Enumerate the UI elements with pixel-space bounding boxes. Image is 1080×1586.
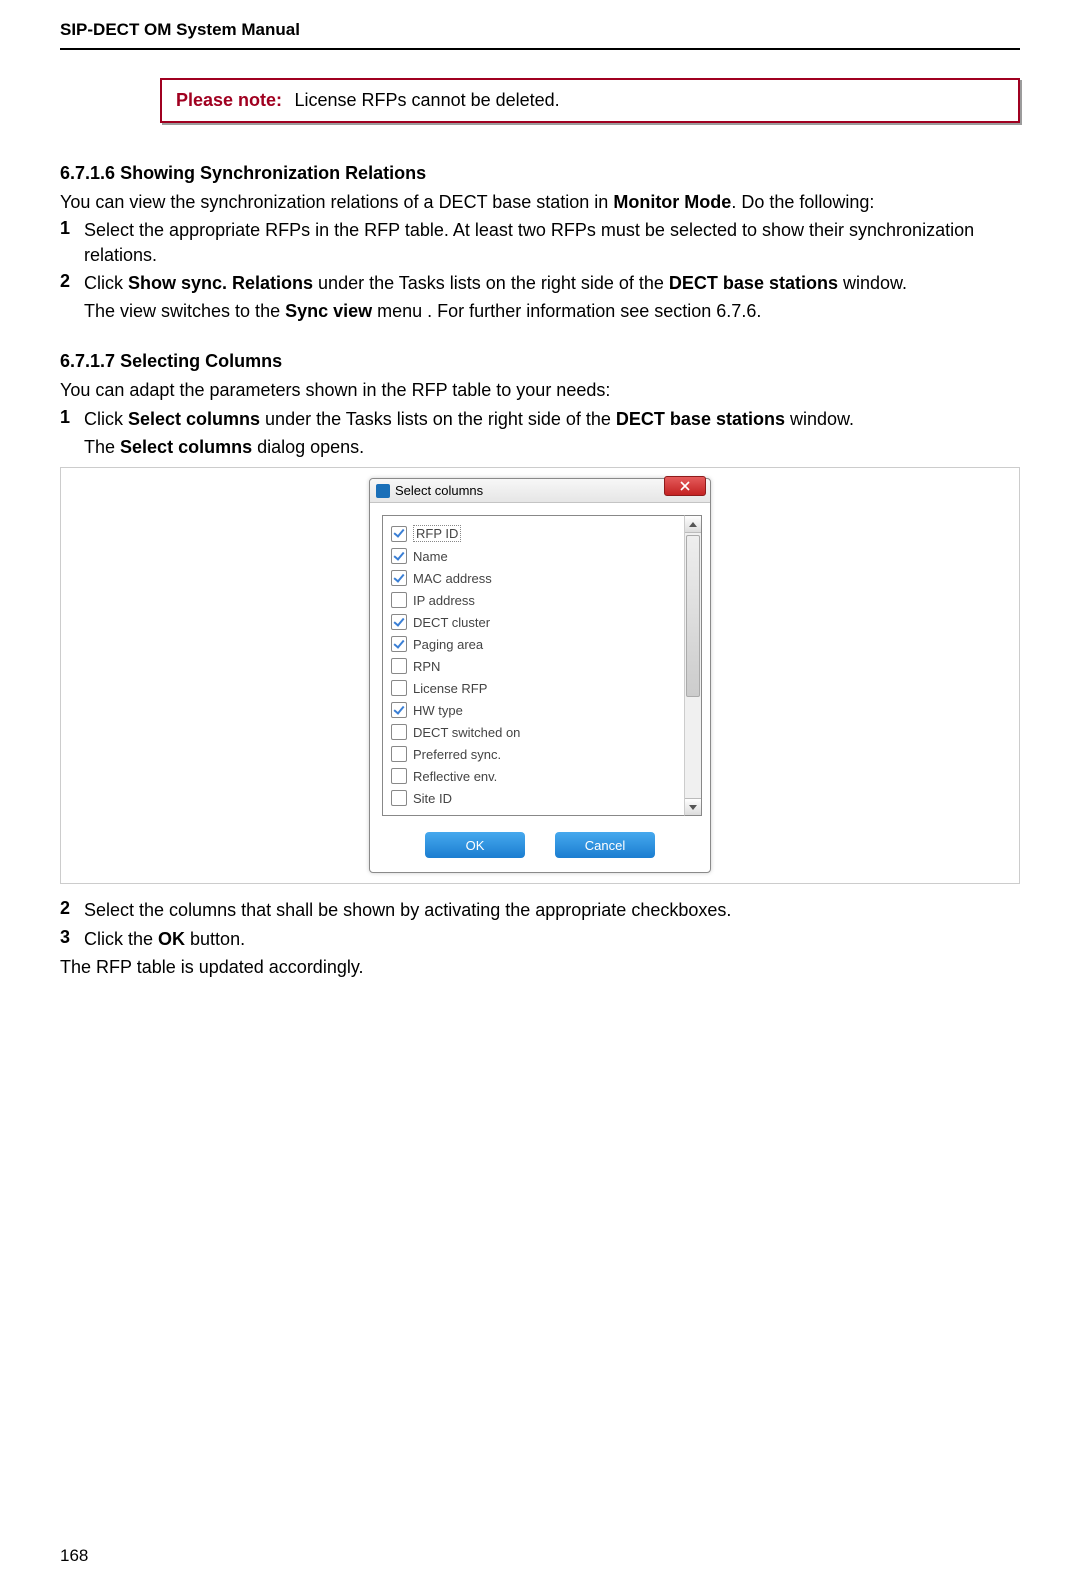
- column-option-label: Name: [413, 549, 448, 564]
- scrollbar[interactable]: [684, 515, 702, 816]
- checkbox[interactable]: [391, 702, 407, 718]
- ok-button[interactable]: OK: [425, 832, 525, 858]
- scroll-down-button[interactable]: [685, 798, 701, 815]
- note-text: License RFPs cannot be deleted.: [295, 90, 560, 110]
- scroll-up-button[interactable]: [685, 516, 701, 533]
- column-option[interactable]: Site ID: [383, 787, 684, 809]
- column-option[interactable]: IP address: [383, 589, 684, 611]
- column-option-label: RFP ID: [413, 525, 461, 542]
- section-heading-1: 6.7.1.6 Showing Synchronization Relation…: [60, 163, 1020, 184]
- checkbox[interactable]: [391, 768, 407, 784]
- note-box: Please note: License RFPs cannot be dele…: [160, 78, 1020, 123]
- select-columns-dialog: Select columns RFP ID Name MAC address IP a…: [369, 478, 711, 873]
- column-option[interactable]: Name: [383, 545, 684, 567]
- column-option[interactable]: Preferred sync.: [383, 743, 684, 765]
- column-option-label: RPN: [413, 659, 440, 674]
- s2-step3: 3 Click the OK button.: [60, 927, 1020, 951]
- s1-step2-cont: The view switches to the Sync view menu …: [84, 299, 1020, 323]
- column-option[interactable]: DECT switched on: [383, 721, 684, 743]
- column-option-label: Paging area: [413, 637, 483, 652]
- section-number-2: 6.7.1.7: [60, 351, 115, 371]
- s2-step1: 1 Click Select columns under the Tasks l…: [60, 407, 1020, 431]
- column-option-label: License RFP: [413, 681, 487, 696]
- column-option[interactable]: Reflective env.: [383, 765, 684, 787]
- s1-step1: 1 Select the appropriate RFPs in the RFP…: [60, 218, 1020, 267]
- dialog-figure: Select columns RFP ID Name MAC address IP a…: [60, 467, 1020, 884]
- checkbox[interactable]: [391, 746, 407, 762]
- app-icon: [376, 484, 390, 498]
- column-option[interactable]: DECT cluster: [383, 611, 684, 633]
- column-option-label: MAC address: [413, 571, 492, 586]
- chevron-up-icon: [689, 522, 697, 527]
- column-option-label: HW type: [413, 703, 463, 718]
- column-option-label: DECT cluster: [413, 615, 490, 630]
- column-option-label: Reflective env.: [413, 769, 497, 784]
- checkbox[interactable]: [391, 680, 407, 696]
- s2-step1-cont: The Select columns dialog opens.: [84, 435, 1020, 459]
- checkbox[interactable]: [391, 636, 407, 652]
- checkbox[interactable]: [391, 790, 407, 806]
- column-option[interactable]: RPN: [383, 655, 684, 677]
- section-heading-2: 6.7.1.7 Selecting Columns: [60, 351, 1020, 372]
- dialog-title: Select columns: [395, 483, 483, 498]
- s1-step2: 2 Click Show sync. Relations under the T…: [60, 271, 1020, 295]
- close-icon: [680, 481, 690, 491]
- page-number: 168: [60, 1546, 88, 1566]
- column-option-label: Site ID: [413, 791, 452, 806]
- s2-step2: 2 Select the columns that shall be shown…: [60, 898, 1020, 922]
- checkbox[interactable]: [391, 658, 407, 674]
- section1-intro: You can view the synchronization relatio…: [60, 190, 1020, 214]
- section-number-1: 6.7.1.6: [60, 163, 115, 183]
- s2-closing: The RFP table is updated accordingly.: [60, 955, 1020, 979]
- checkbox[interactable]: [391, 570, 407, 586]
- doc-header: SIP-DECT OM System Manual: [60, 20, 1020, 48]
- checkbox[interactable]: [391, 526, 407, 542]
- note-label: Please note:: [176, 90, 282, 110]
- section-title-2: Selecting Columns: [120, 351, 282, 371]
- scroll-thumb[interactable]: [686, 535, 700, 697]
- checkbox[interactable]: [391, 548, 407, 564]
- checkbox[interactable]: [391, 614, 407, 630]
- checkbox[interactable]: [391, 592, 407, 608]
- column-option[interactable]: Paging area: [383, 633, 684, 655]
- column-option[interactable]: HW type: [383, 699, 684, 721]
- section2-intro: You can adapt the parameters shown in th…: [60, 378, 1020, 402]
- chevron-down-icon: [689, 805, 697, 810]
- column-option-label: DECT switched on: [413, 725, 520, 740]
- columns-list: RFP ID Name MAC address IP address DECT clus…: [382, 515, 684, 816]
- header-rule: [60, 48, 1020, 50]
- column-option[interactable]: MAC address: [383, 567, 684, 589]
- column-option[interactable]: RFP ID: [383, 522, 684, 545]
- column-option-label: IP address: [413, 593, 475, 608]
- column-option-label: Preferred sync.: [413, 747, 501, 762]
- section-title-1: Showing Synchronization Relations: [120, 163, 426, 183]
- dialog-titlebar: Select columns: [370, 479, 710, 503]
- close-button[interactable]: [664, 476, 706, 496]
- column-option[interactable]: License RFP: [383, 677, 684, 699]
- cancel-button[interactable]: Cancel: [555, 832, 655, 858]
- checkbox[interactable]: [391, 724, 407, 740]
- scroll-track[interactable]: [685, 533, 701, 798]
